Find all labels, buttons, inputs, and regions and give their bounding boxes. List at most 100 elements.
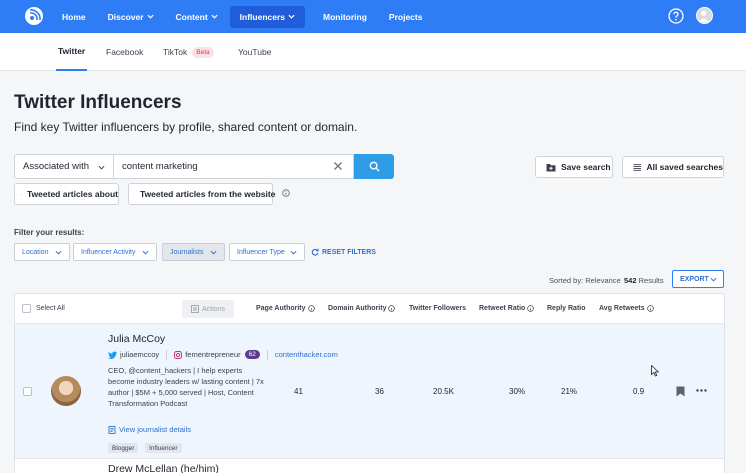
clear-icon[interactable] xyxy=(331,159,345,173)
nav-label: Home xyxy=(62,11,86,22)
table-header: Select All Actions Page Authority Domain… xyxy=(15,294,724,324)
filter-label-text: Location xyxy=(22,248,49,256)
refresh-icon xyxy=(311,248,319,256)
nav-label: Content xyxy=(175,11,208,22)
info-icon xyxy=(388,305,396,312)
influencer-bio: CEO, @content_hackers | I help experts b… xyxy=(108,366,264,408)
actions-button[interactable]: Actions xyxy=(182,300,234,318)
bookmark-icon[interactable] xyxy=(676,386,685,397)
filter-journalists[interactable]: Journalists xyxy=(162,243,225,261)
divider xyxy=(166,349,168,360)
col-label: Twitter Followers xyxy=(409,305,467,312)
instagram-count-badge: 62 xyxy=(244,350,260,359)
twitter-handle[interactable]: juliaemccoy xyxy=(120,350,159,359)
divider xyxy=(266,349,268,360)
filter-label-text: Influencer Type xyxy=(237,248,285,256)
chevron-down-icon xyxy=(290,250,297,255)
tweeted-articles-about-button[interactable]: Tweeted articles about xyxy=(14,183,119,205)
reset-filters-button[interactable]: RESET FILTERS xyxy=(311,248,376,256)
top-navbar: Home Discover Content Influencers Monito… xyxy=(0,0,746,33)
nav-influencers[interactable]: Influencers xyxy=(229,5,306,28)
table-row[interactable]: Julia McCoy juliaemccoy fementrepreneur … xyxy=(15,324,724,459)
result-count-suffix: Results xyxy=(638,276,664,285)
col-avg-retweets[interactable]: Avg Retweets xyxy=(599,305,654,312)
website-link[interactable]: contenthacker.com xyxy=(275,350,338,359)
search-mode-value: Associated with xyxy=(23,161,90,172)
followers-value: 20.5K xyxy=(433,387,454,396)
col-twitter-followers[interactable]: Twitter Followers xyxy=(409,305,466,312)
tab-twitter[interactable]: Twitter xyxy=(56,33,88,71)
search-button[interactable] xyxy=(354,154,394,179)
chevron-down-icon xyxy=(210,250,217,255)
info-icon xyxy=(527,305,535,312)
col-retweet-ratio[interactable]: Retweet Ratio xyxy=(479,305,535,312)
search-input[interactable] xyxy=(113,154,354,179)
more-icon[interactable] xyxy=(696,388,707,393)
col-page-authority[interactable]: Page Authority xyxy=(256,305,315,312)
influencer-name[interactable]: Drew McLellan (he/him) xyxy=(108,463,219,473)
page-subtitle: Find key Twitter influencers by profile,… xyxy=(14,120,358,134)
filter-location[interactable]: Location xyxy=(14,243,70,261)
table-row[interactable]: Drew McLellan (he/him) xyxy=(15,460,724,473)
search-mode-select[interactable]: Associated with xyxy=(14,154,114,179)
save-search-label: Save search xyxy=(561,162,611,172)
select-all-checkbox[interactable] xyxy=(22,304,31,313)
filter-influencer-activity[interactable]: Influencer Activity xyxy=(73,243,157,261)
list-icon xyxy=(633,163,642,171)
all-saved-searches-button[interactable]: All saved searches xyxy=(622,156,724,178)
nav-projects[interactable]: Projects xyxy=(379,6,433,28)
domain-authority-value: 36 xyxy=(375,387,384,396)
help-icon[interactable] xyxy=(668,8,684,24)
tab-facebook[interactable]: Facebook xyxy=(106,33,143,71)
tab-tiktok[interactable]: TikTok Beta xyxy=(163,33,214,71)
option-label: Tweeted articles from the website xyxy=(140,189,276,199)
nav-label: Influencers xyxy=(239,11,286,22)
col-label: Avg Retweets xyxy=(599,305,645,312)
info-icon[interactable] xyxy=(282,189,290,197)
search-icon xyxy=(369,161,380,172)
tab-youtube[interactable]: YouTube xyxy=(238,33,271,71)
tab-label: Twitter xyxy=(58,46,86,56)
instagram-handle[interactable]: fementrepreneur xyxy=(185,350,240,359)
instagram-icon xyxy=(174,350,183,359)
nav-discover[interactable]: Discover xyxy=(98,6,164,28)
chevron-down-icon xyxy=(55,250,62,255)
chevron-down-icon xyxy=(211,14,218,19)
actions-label: Actions xyxy=(202,305,225,313)
chevron-down-icon xyxy=(710,277,717,282)
all-saved-label: All saved searches xyxy=(646,162,723,172)
nav-label: Monitoring xyxy=(323,11,367,22)
page-title: Twitter Influencers xyxy=(14,92,182,113)
plus-icon xyxy=(21,193,22,195)
mouse-cursor-icon xyxy=(651,365,659,377)
platform-tabs: Twitter Facebook TikTok Beta YouTube xyxy=(0,33,746,71)
export-label: EXPORT xyxy=(680,275,709,283)
filter-label-text: Influencer Activity xyxy=(81,248,136,256)
nav-content[interactable]: Content xyxy=(166,6,228,28)
retweet-ratio-value: 30% xyxy=(509,387,526,396)
nav-monitoring[interactable]: Monitoring xyxy=(313,6,377,28)
col-reply-ratio[interactable]: Reply Ratio xyxy=(547,305,586,312)
info-icon xyxy=(307,305,315,312)
nav-home[interactable]: Home xyxy=(52,6,96,28)
filter-influencer-type[interactable]: Influencer Type xyxy=(229,243,305,261)
result-count-number: 542 xyxy=(624,276,637,285)
user-avatar[interactable] xyxy=(696,7,713,24)
nav-label: Discover xyxy=(107,11,144,22)
folder-plus-icon xyxy=(546,163,556,171)
row-checkbox[interactable] xyxy=(23,387,32,396)
influencer-name[interactable]: Julia McCoy xyxy=(108,333,165,345)
export-button[interactable]: EXPORT xyxy=(672,270,724,288)
view-journalist-details-link[interactable]: View journalist details xyxy=(108,425,191,434)
tweeted-articles-from-website-button[interactable]: Tweeted articles from the website xyxy=(128,183,276,205)
info-icon xyxy=(646,305,654,312)
tag-blogger: Blogger xyxy=(108,443,139,453)
sort-dropdown[interactable]: Sorted by: Relevance xyxy=(549,276,621,285)
col-domain-authority[interactable]: Domain Authority xyxy=(328,305,396,312)
reply-ratio-value: 21% xyxy=(561,387,578,396)
select-all-label: Select All xyxy=(36,305,65,312)
logo-icon[interactable] xyxy=(24,6,44,26)
save-search-button[interactable]: Save search xyxy=(535,156,613,178)
col-label: Page Authority xyxy=(256,305,306,312)
profile-photo[interactable] xyxy=(51,376,81,406)
